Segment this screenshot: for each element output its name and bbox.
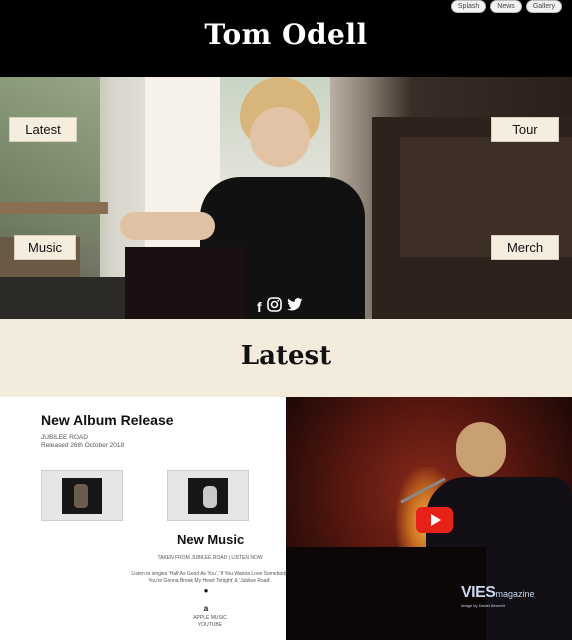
spotify-icon[interactable]: ● — [201, 586, 211, 595]
vies-credit: Image by Daniel Bennett — [461, 603, 505, 608]
vies-logo-text: VIES — [461, 584, 496, 601]
video-thumbnail[interactable]: VIESmagazine Image by Daniel Bennett — [286, 397, 572, 640]
amazon-icon[interactable]: a — [201, 604, 211, 613]
album-art-image — [62, 477, 102, 514]
vies-watermark: VIESmagazine Image by Daniel Bennett — [461, 584, 535, 608]
social-icons: f — [257, 297, 303, 317]
release-heading: New Album Release — [41, 412, 174, 428]
nav-gallery-link[interactable]: Gallery — [525, 0, 562, 13]
youtube-play-button[interactable] — [416, 507, 453, 533]
album-art-image — [188, 477, 228, 514]
release-date: Released 26th October 2018 — [41, 442, 125, 449]
new-music-subtitle: TAKEN FROM JUBILEE ROAD | LISTEN NOW — [157, 555, 263, 561]
hero-photo: Latest Tour Music Merch — [0, 77, 572, 319]
hero-latest-button[interactable]: Latest — [9, 117, 77, 142]
vies-logo-sub: magazine — [495, 589, 535, 599]
site-title: Tom Odell — [204, 18, 368, 51]
youtube-link[interactable]: YOUTUBE — [130, 622, 290, 629]
apple-music-link[interactable]: APPLE MUSIC — [130, 615, 290, 622]
new-music-heading: New Music — [177, 532, 245, 547]
hero-tour-button[interactable]: Tour — [491, 117, 559, 142]
release-panel: New Album Release JUBILEE ROAD Released … — [0, 397, 289, 640]
singles-text-line2: You're Gonna Break My Heart Tonight' & '… — [148, 578, 272, 584]
nav-splash-link[interactable]: Splash — [450, 0, 487, 13]
twitter-icon[interactable] — [286, 298, 303, 316]
site-header: Splash News Gallery Tom Odell — [0, 0, 572, 77]
album-name: JUBILEE ROAD — [41, 434, 88, 441]
singles-text-line1: Listen to singles 'Half As Good As You',… — [131, 571, 289, 577]
album-cover-1[interactable] — [41, 470, 123, 521]
facebook-icon[interactable]: f — [257, 300, 262, 314]
hero-music-button[interactable]: Music — [14, 235, 76, 260]
latest-section-banner: Latest — [0, 319, 572, 397]
instagram-icon[interactable] — [266, 297, 282, 317]
top-nav: Splash News Gallery — [450, 0, 562, 13]
nav-news-link[interactable]: News — [490, 0, 522, 13]
section-title: Latest — [240, 341, 332, 371]
hero-merch-button[interactable]: Merch — [491, 235, 559, 260]
album-cover-2[interactable] — [167, 470, 249, 521]
